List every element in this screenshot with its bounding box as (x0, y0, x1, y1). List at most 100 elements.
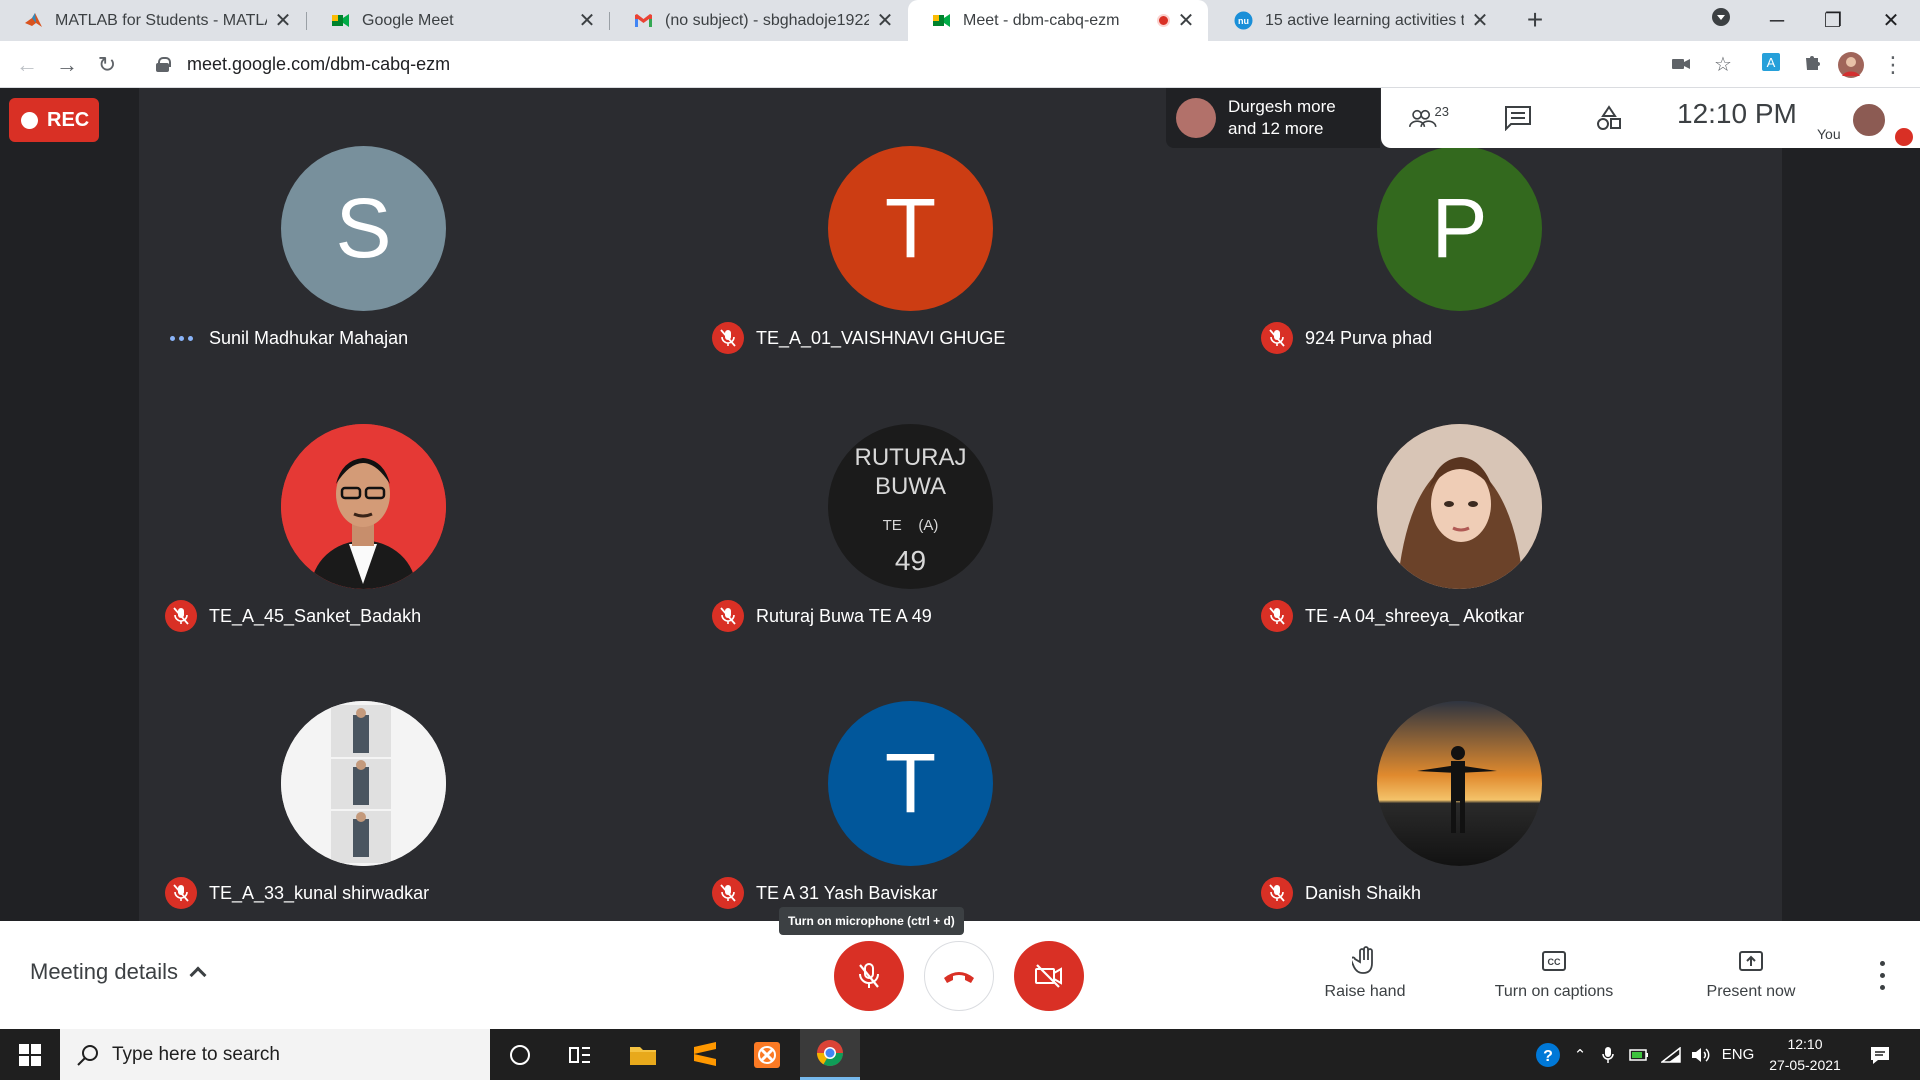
new-tab-button[interactable]: + (1520, 6, 1550, 36)
avatar-initial: T (884, 181, 937, 275)
microphone-tray-icon[interactable] (1596, 1029, 1620, 1080)
avatar-photo (1377, 701, 1542, 866)
close-window-icon[interactable]: ✕ (1876, 6, 1906, 36)
microphone-toggle-button[interactable] (834, 941, 904, 1011)
participant-tile[interactable]: S Sunil Madhukar Mahajan (165, 146, 605, 406)
back-icon[interactable]: ← (12, 50, 42, 80)
close-tab-icon[interactable]: ✕ (875, 8, 895, 33)
taskbar-time: 12:10 (1787, 1036, 1823, 1052)
tab-search-icon[interactable] (1706, 6, 1736, 36)
present-label: Present now (1706, 983, 1796, 1000)
tab-title: 15 active learning activities to en (1265, 11, 1464, 29)
url-field[interactable]: meet.google.com/dbm-cabq-ezm (138, 47, 1698, 82)
recording-badge[interactable]: REC (9, 98, 99, 142)
camera-off-icon (1035, 964, 1062, 988)
close-tab-icon[interactable]: ✕ (1176, 8, 1196, 33)
chevron-up-icon (189, 966, 207, 984)
avatar-text-card: RUTURAJ BUWA TE (A) 49 (828, 424, 993, 589)
restore-icon[interactable]: ❐ (1818, 6, 1848, 36)
participant-name-row: TE -A 04_shreeya_ Akotkar (1261, 600, 1524, 632)
participant-grid: S Sunil Madhukar Mahajan T TE_A_01_VAISH… (139, 88, 1782, 921)
present-now-button[interactable]: Present now (1671, 943, 1831, 1013)
avatar-photo (281, 701, 446, 866)
chat-icon[interactable] (1498, 102, 1538, 134)
taskbar-clock[interactable]: 12:10 27-05-2021 (1760, 1034, 1850, 1076)
extension-translate-icon[interactable]: A (1758, 52, 1784, 78)
notification-center-icon[interactable] (1862, 1029, 1898, 1080)
chevron-up-icon[interactable]: ⌃ (1568, 1029, 1592, 1080)
card-line: RUTURAJ (854, 443, 967, 471)
mic-tooltip: Turn on microphone (ctrl + d) (779, 907, 964, 935)
self-avatar[interactable] (1851, 102, 1887, 138)
close-tab-icon[interactable]: ✕ (577, 8, 597, 33)
svg-text:nu: nu (1238, 16, 1249, 26)
matlab-icon (24, 11, 43, 30)
card-line: BUWA (874, 472, 947, 500)
participant-tile[interactable]: T TE_A_01_VAISHNAVI GHUGE (712, 146, 1152, 406)
leave-call-button[interactable] (924, 941, 994, 1011)
task-view-icon[interactable] (550, 1029, 610, 1080)
chrome-taskbar-icon[interactable] (800, 1029, 860, 1080)
tab-google-meet[interactable]: Google Meet ✕ (307, 0, 609, 41)
mic-off-icon (712, 877, 744, 909)
raise-hand-button[interactable]: Raise hand (1285, 943, 1445, 1013)
participant-tile[interactable]: RUTURAJ BUWA TE (A) 49 Ruturaj Buwa TE A… (712, 424, 1152, 684)
tab-active-learning[interactable]: nu 15 active learning activities to en ✕ (1210, 0, 1502, 41)
extensions-puzzle-icon[interactable] (1800, 52, 1826, 78)
record-dot-icon (21, 111, 38, 129)
more-options-icon[interactable] (1870, 957, 1894, 993)
presenter-indicator[interactable]: Durgesh more and 12 more (1166, 88, 1380, 148)
participant-name-row: Sunil Madhukar Mahajan (165, 322, 408, 354)
tab-gmail[interactable]: (no subject) - sbghadoje1922192 ✕ (610, 0, 907, 41)
raise-hand-label: Raise hand (1324, 983, 1406, 1000)
participant-tile[interactable]: TE -A 04_shreeya_ Akotkar (1261, 424, 1701, 684)
participant-name: TE_A_45_Sanket_Badakh (209, 605, 422, 626)
address-bar: ← → ↻ meet.google.com/dbm-cabq-ezm ☆ A ⋮ (0, 41, 1920, 88)
tab-title: (no subject) - sbghadoje1922192 (665, 11, 869, 29)
activities-icon[interactable] (1589, 102, 1629, 134)
tab-matlab[interactable]: MATLAB for Students - MATLAB & Simulink … (0, 0, 305, 41)
language-indicator[interactable]: ENG (1718, 1029, 1758, 1080)
participant-name-row: Ruturaj Buwa TE A 49 (712, 600, 932, 632)
avatar-photo (281, 424, 446, 589)
presenter-avatar (1176, 98, 1216, 138)
sublime-text-icon[interactable] (675, 1029, 735, 1080)
meeting-details-label: Meeting details (30, 959, 178, 984)
close-tab-icon[interactable]: ✕ (1470, 8, 1490, 33)
people-icon[interactable]: 23 (1409, 102, 1449, 134)
tab-meet-active[interactable]: Meet - dbm-cabq-ezm ✕ (908, 0, 1208, 41)
mic-off-icon (165, 600, 197, 632)
browser-menu-icon[interactable]: ⋮ (1880, 52, 1906, 78)
gmail-icon (634, 11, 653, 30)
file-explorer-icon[interactable] (613, 1029, 673, 1080)
volume-icon[interactable] (1688, 1029, 1714, 1080)
avatar-initial: P (1431, 181, 1488, 275)
camera-in-use-icon[interactable] (1668, 52, 1694, 78)
minimize-icon[interactable]: ─ (1762, 6, 1792, 36)
camera-toggle-button[interactable] (1014, 941, 1084, 1011)
close-tab-icon[interactable]: ✕ (273, 8, 293, 33)
participant-tile[interactable]: TE_A_45_Sanket_Badakh (165, 424, 605, 684)
mic-off-icon (1261, 877, 1293, 909)
captions-icon: CC (1541, 943, 1567, 979)
bookmark-star-icon[interactable]: ☆ (1710, 52, 1736, 78)
participant-name-row: TE_A_01_VAISHNAVI GHUGE (712, 322, 1005, 354)
xampp-icon[interactable] (737, 1029, 797, 1080)
taskbar-search-field[interactable]: Type here to search (60, 1029, 490, 1080)
meeting-details-button[interactable]: Meeting details (30, 959, 207, 985)
windows-start-icon[interactable] (0, 1029, 60, 1080)
captions-button[interactable]: CC Turn on captions (1474, 943, 1634, 1013)
participant-name-row: 924 Purva phad (1261, 322, 1432, 354)
svg-text:A: A (1767, 55, 1776, 70)
participant-name: TE_A_01_VAISHNAVI GHUGE (756, 327, 1006, 348)
participant-tile[interactable]: P 924 Purva phad (1261, 146, 1701, 406)
reload-icon[interactable]: ↻ (92, 50, 122, 80)
cortana-icon[interactable] (490, 1029, 550, 1080)
url-text: meet.google.com/dbm-cabq-ezm (187, 54, 451, 74)
profile-avatar[interactable] (1838, 52, 1864, 78)
wifi-icon[interactable] (1658, 1029, 1684, 1080)
forward-icon[interactable]: → (52, 50, 82, 80)
battery-icon[interactable] (1626, 1029, 1652, 1080)
help-icon[interactable]: ? (1532, 1029, 1564, 1080)
recording-indicator-icon (1157, 14, 1170, 27)
